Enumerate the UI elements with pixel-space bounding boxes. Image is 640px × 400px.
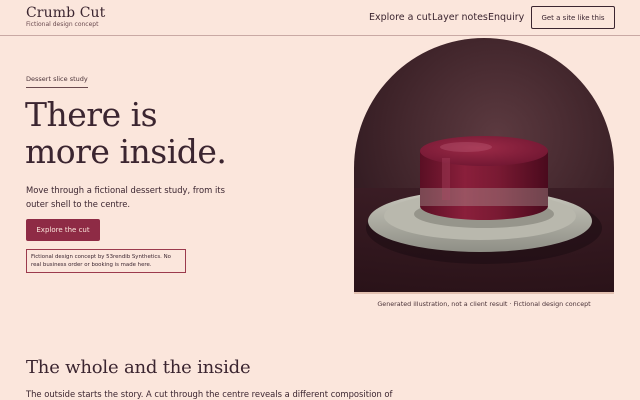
hero-description: Move through a fictional dessert study, … (26, 185, 225, 209)
nav-enquiry[interactable]: Enquiry (488, 12, 524, 23)
section-body: The outside starts the story. A cut thro… (26, 389, 393, 399)
hero-title-line-2: more inside. (25, 132, 227, 171)
brand-tagline: Fictional design concept (26, 21, 99, 28)
nav-explore-a-cut[interactable]: Explore a cut (369, 12, 431, 23)
section-title: The whole and the inside (26, 357, 251, 378)
hero-title-line-1: There is (25, 95, 158, 134)
brand-name[interactable]: Crumb Cut (26, 5, 105, 21)
nav-layer-notes[interactable]: Layer notes (432, 12, 488, 23)
site-header: Crumb Cut Fictional design concept Explo… (0, 0, 640, 36)
hero-title: There is more inside. (25, 96, 325, 170)
explore-the-cut-button[interactable]: Explore the cut (26, 219, 100, 241)
hero-eyebrow: Dessert slice study (26, 75, 88, 88)
hero-dessert-image (354, 38, 614, 294)
image-caption: Generated illustration, not a client res… (377, 300, 591, 308)
fictional-notice: Fictional design concept by 53rendib Syn… (26, 249, 186, 273)
get-site-button[interactable]: Get a site like this (531, 6, 615, 29)
